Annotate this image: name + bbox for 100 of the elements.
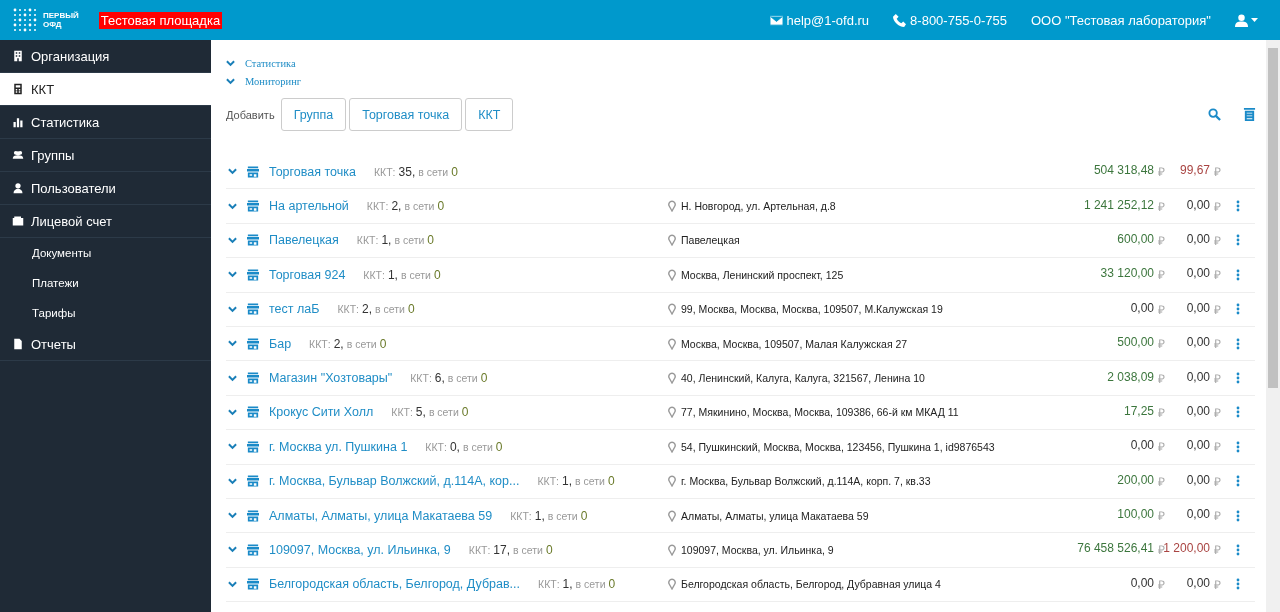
map-pin-icon (668, 544, 676, 556)
section-link[interactable]: Статистика (245, 57, 296, 69)
map-pin-icon (668, 268, 676, 281)
map-pin-icon (668, 372, 676, 385)
envelope-icon (769, 13, 783, 27)
more-icon[interactable] (1236, 406, 1240, 419)
environment-badge: Тестовая площадка (98, 11, 223, 29)
calculator-icon (12, 83, 24, 95)
more-icon[interactable] (1236, 509, 1240, 522)
map-pin-icon (668, 406, 676, 419)
address-text: 40, Ленинский, Калуга, Калуга, 321567, Ленина 10 (681, 372, 925, 385)
sidebar-item[interactable]: Статистика (0, 106, 211, 139)
kkt-count: ККТ: 1, в сети 0 (363, 267, 441, 282)
store-icon (247, 578, 259, 591)
store-name-link[interactable]: г. Москва ул. Пушкина 1 (269, 439, 408, 454)
chevron-down-icon[interactable] (228, 340, 237, 348)
store-icon (247, 268, 259, 281)
kkt-count: ККТ: 2, в сети 0 (366, 199, 445, 214)
chevron-down-icon[interactable] (228, 546, 237, 554)
sidebar-item[interactable]: Лицевой счет (0, 205, 211, 238)
store-name-link[interactable]: тест лаБ (269, 302, 320, 317)
sidebar-item[interactable]: ККТ (0, 73, 211, 106)
wallet-icon (12, 215, 24, 227)
store-icon (247, 372, 259, 385)
map-pin-icon (668, 509, 676, 522)
more-icon[interactable] (1236, 578, 1240, 591)
kkt-count: ККТ: 2, в сети 0 (309, 336, 387, 351)
add-button[interactable]: Группа (280, 98, 347, 131)
more-icon[interactable] (1236, 234, 1240, 247)
address-text: Н. Новгород, ул. Артельная, д.8 (681, 200, 836, 213)
caret-icon[interactable] (1251, 18, 1258, 22)
address-text: 109097, Москва, ул. Ильинка, 9 (681, 544, 834, 556)
store-icon (247, 406, 259, 419)
archive-icon[interactable] (1243, 108, 1256, 121)
map-pin-icon (668, 440, 676, 453)
store-name-link[interactable]: 109097, Москва, ул. Ильинка, 9 (269, 543, 451, 557)
scrollbar[interactable] (1266, 40, 1280, 612)
chevron-down-icon[interactable] (228, 202, 237, 210)
add-button[interactable]: Торговая точка (349, 98, 463, 131)
store-name-link[interactable]: г. Москва, Бульвар Волжский, д.114А, кор... (269, 474, 520, 489)
kkt-count: ККТ: 1, в сети 0 (356, 233, 435, 248)
sidebar-item[interactable]: Группы (0, 139, 211, 172)
chevron-down-icon[interactable] (228, 477, 237, 485)
sidebar-subitem[interactable]: Документы (0, 238, 211, 268)
user-icon[interactable] (1235, 13, 1248, 27)
more-icon[interactable] (1236, 337, 1240, 350)
organization-name: ООО "Тестовая лаборатория" (1030, 12, 1211, 28)
more-icon[interactable] (1236, 544, 1240, 556)
store-name-link[interactable]: На артельной (269, 199, 349, 214)
chevron-down-icon[interactable] (226, 77, 235, 85)
more-icon[interactable] (1236, 268, 1240, 281)
chevron-down-icon[interactable] (228, 168, 237, 176)
search-icon[interactable] (1208, 108, 1221, 121)
revenue-amount: 600,00 ₽ (1116, 231, 1165, 249)
more-icon[interactable] (1236, 200, 1240, 213)
refund-amount: 0,00 ₽ (1185, 231, 1221, 249)
sidebar-subitem[interactable]: Тарифы (0, 298, 211, 328)
address-text: Алматы, Алматы, улица Макатаева 59 (681, 509, 869, 522)
chevron-down-icon[interactable] (228, 374, 237, 382)
refund-amount: 0,00 ₽ (1185, 197, 1221, 215)
map-pin-icon (668, 303, 676, 316)
kkt-count: ККТ: 35, в сети 0 (373, 164, 458, 179)
refund-amount: 0,00 ₽ (1185, 472, 1221, 490)
chevron-down-icon[interactable] (228, 443, 237, 451)
more-icon[interactable] (1236, 372, 1240, 385)
map-pin-icon (668, 578, 676, 591)
kkt-count: ККТ: 1, в сети 0 (510, 508, 588, 523)
section-link[interactable]: Мониторинг (245, 75, 302, 87)
store-name-link[interactable]: Крокус Сити Холл (269, 405, 374, 420)
more-icon[interactable] (1236, 475, 1240, 488)
kkt-count: ККТ: 0, в сети 0 (425, 439, 503, 454)
store-name-link[interactable]: Торговая 924 (269, 267, 346, 282)
chevron-down-icon[interactable] (228, 512, 237, 520)
sidebar-item[interactable]: Пользователи (0, 172, 211, 205)
store-name-link[interactable]: Белгородская область, Белгород, Дубрав... (269, 577, 520, 592)
building-icon (12, 50, 24, 62)
email-link[interactable]: help@1-ofd.ru (769, 12, 870, 28)
map-pin-icon (668, 475, 676, 488)
store-name-link[interactable]: Павелецкая (269, 233, 339, 248)
refund-amount: 0,00 ₽ (1185, 335, 1221, 353)
chevron-down-icon[interactable] (228, 580, 237, 588)
address-text: Белгородская область, Белгород, Дубравная улица 4 (681, 578, 941, 591)
revenue-amount: 0,00 ₽ (1129, 438, 1165, 456)
chevron-down-icon[interactable] (226, 59, 235, 67)
sidebar-item[interactable]: Отчеты (0, 328, 211, 361)
map-pin-icon (668, 200, 676, 213)
chevron-down-icon[interactable] (228, 408, 237, 416)
chevron-down-icon[interactable] (228, 271, 237, 279)
store-name-link[interactable]: Бар (269, 336, 292, 351)
chevron-down-icon[interactable] (228, 236, 237, 244)
group-name-link[interactable]: Торговая точка (269, 164, 356, 179)
store-name-link[interactable]: Алматы, Алматы, улица Макатаева 59 (269, 508, 493, 523)
sidebar-subitem[interactable]: Платежи (0, 268, 211, 298)
add-button[interactable]: ККТ (465, 98, 514, 131)
chevron-down-icon[interactable] (228, 305, 237, 313)
more-icon[interactable] (1236, 440, 1240, 453)
phone-link[interactable]: 8-800-755-0-755 (893, 12, 1007, 28)
more-icon[interactable] (1236, 303, 1240, 316)
group-icon (12, 149, 24, 161)
store-name-link[interactable]: Магазин "Хозтовары" (269, 371, 393, 386)
